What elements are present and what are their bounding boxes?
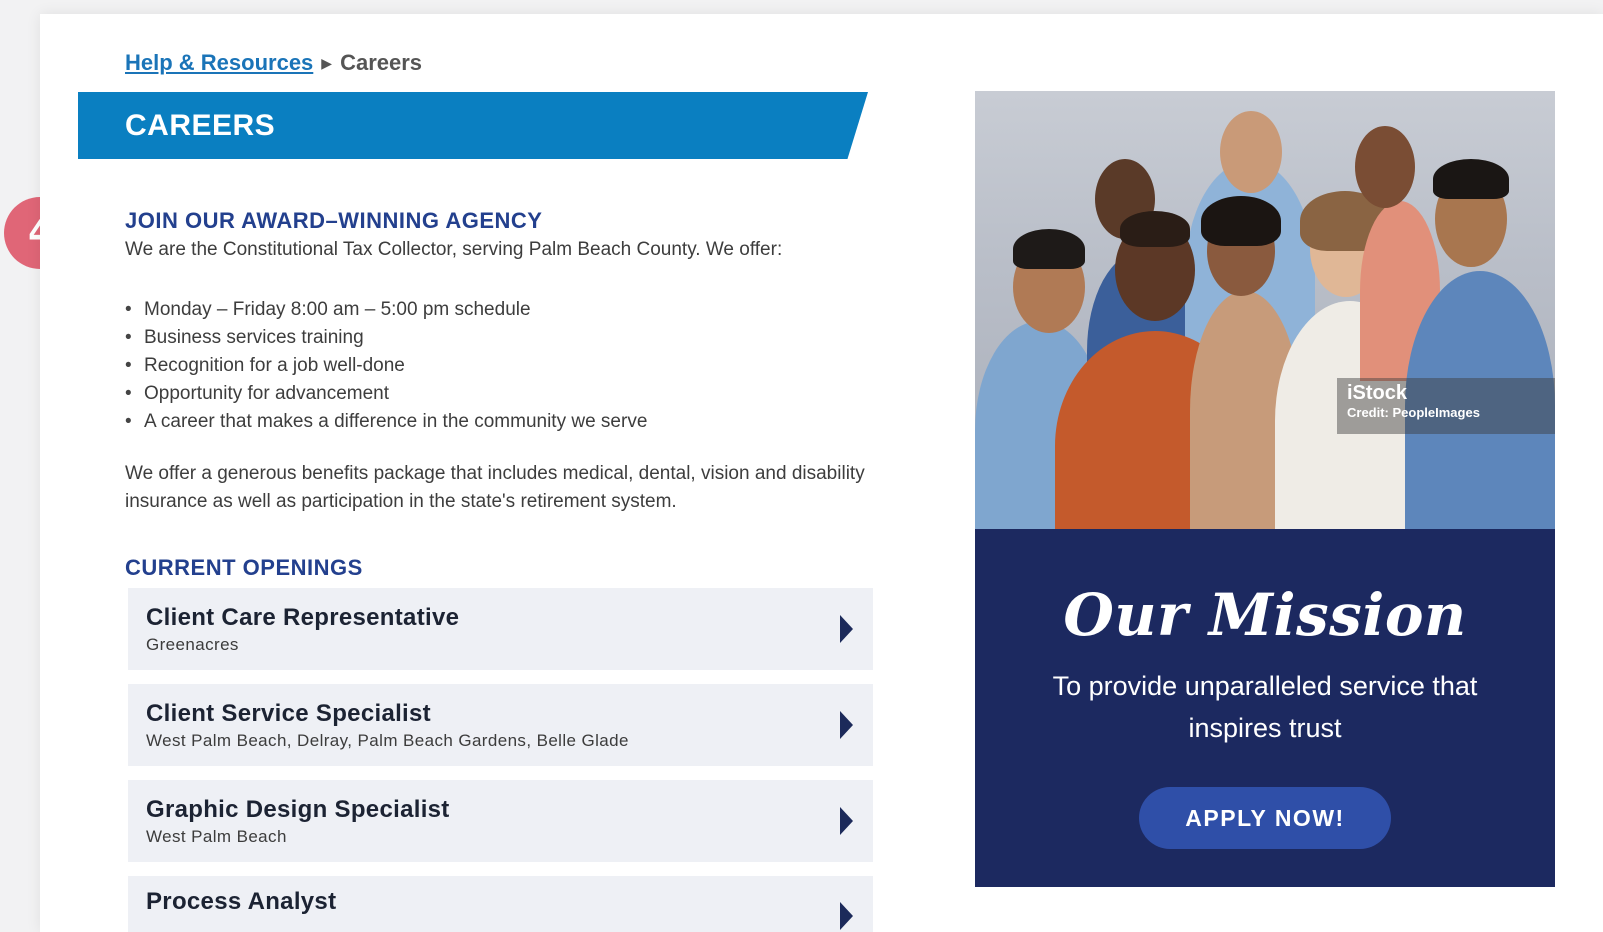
breadcrumb-link-help-resources[interactable]: Help & Resources [125,50,313,76]
chevron-right-icon [840,807,853,835]
openings-heading: CURRENT OPENINGS [125,555,363,580]
breadcrumb-separator-icon: ▶ [321,54,333,71]
page-card: Help & Resources ▶ Careers CAREERS JOIN … [40,14,1603,932]
team-photo: iStock Credit: PeopleImages [975,91,1555,529]
job-graphic-design-specialist[interactable]: Graphic Design Specialist West Palm Beac… [128,780,873,862]
job-client-care-representative[interactable]: Client Care Representative Greenacres [128,588,873,670]
job-location: West Palm Beach [146,826,287,846]
watermark-credit: Credit: PeopleImages [1347,405,1480,420]
job-title: Graphic Design Specialist [146,795,450,823]
agency-heading: JOIN OUR AWARD–WINNING AGENCY [125,208,543,233]
page-title-banner: CAREERS [78,92,868,159]
list-item: Business services training [125,324,647,352]
list-item: A career that makes a difference in the … [125,408,647,436]
job-title: Process Analyst [146,888,337,915]
watermark-brand: iStock [1347,382,1408,404]
agency-intro: We are the Constitutional Tax Collector,… [125,239,783,260]
list-item: Recognition for a job well-done [125,352,647,380]
breadcrumb: Help & Resources ▶ Careers [125,50,422,76]
list-item: Monday – Friday 8:00 am – 5:00 pm schedu… [125,296,647,324]
page-title: CAREERS [125,108,276,142]
job-client-service-specialist[interactable]: Client Service Specialist West Palm Beac… [128,684,873,766]
apply-now-button[interactable]: APPLY NOW! [1139,787,1391,849]
job-process-analyst[interactable]: Process Analyst [128,876,873,932]
list-item: Opportunity for advancement [125,380,647,408]
breadcrumb-current: Careers [340,50,423,75]
istock-watermark: iStock Credit: PeopleImages [1337,378,1555,434]
mission-text: To provide unparalleled service that ins… [1052,671,1478,743]
job-location: West Palm Beach, Delray, Palm Beach Gard… [146,730,629,750]
benefits-list: Monday – Friday 8:00 am – 5:00 pm schedu… [125,296,647,436]
job-location: Greenacres [146,634,239,654]
job-title: Client Service Specialist [146,699,431,727]
mission-panel: iStock Credit: PeopleImages Our Mission … [975,91,1555,887]
benefits-package-text: We offer a generous benefits package tha… [125,463,865,512]
mission-title: Our Mission [1063,581,1467,649]
chevron-right-icon [840,615,853,643]
job-title: Client Care Representative [146,603,460,631]
mission-box: Our Mission To provide unparalleled serv… [975,529,1555,887]
chevron-right-icon [840,711,853,739]
chevron-right-icon [840,902,853,930]
